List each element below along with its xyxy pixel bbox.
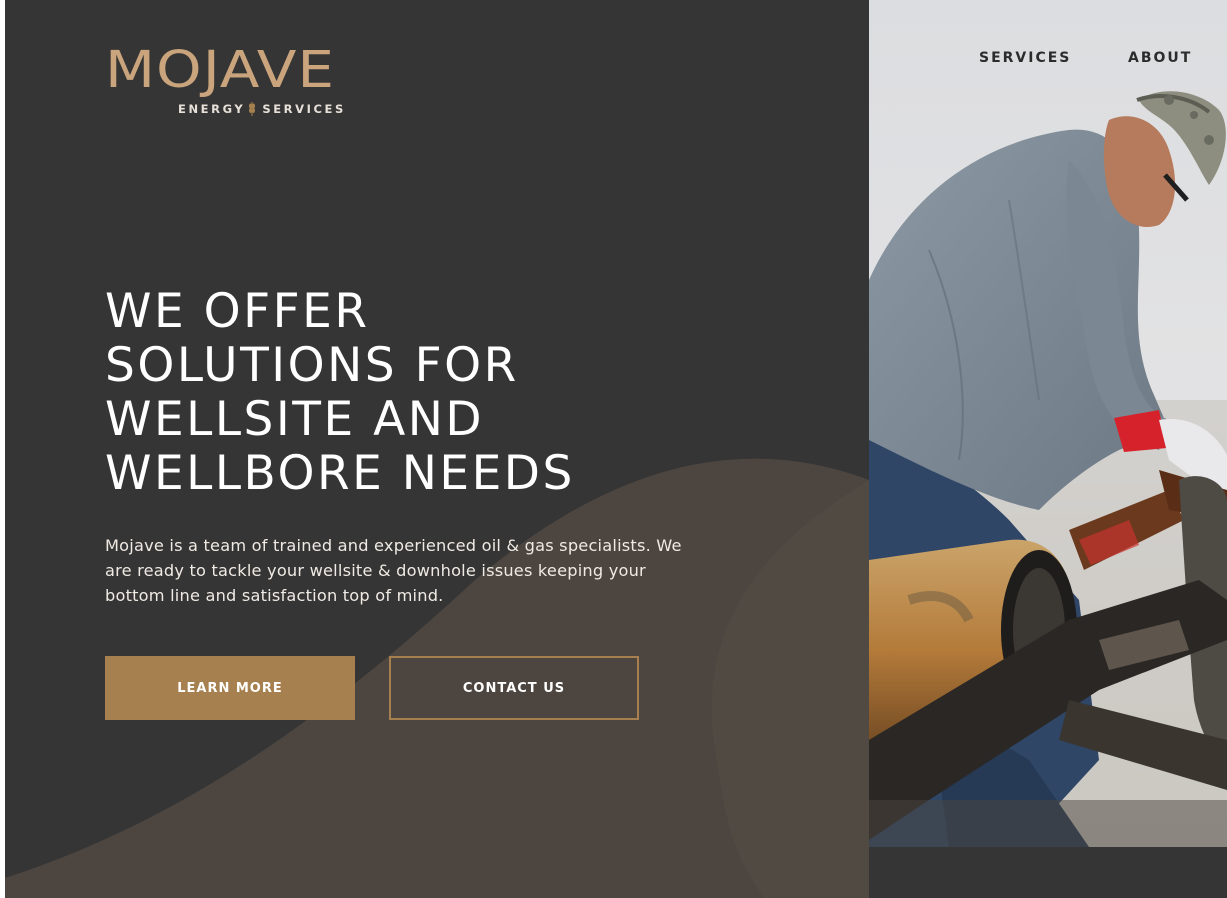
nav-item-about[interactable]: ABOUT	[1128, 50, 1192, 66]
main-nav: SERVICES ABOUT	[0, 50, 1227, 70]
hero-headline: WE OFFER SOLUTIONS FOR WELLSITE AND WELL…	[105, 285, 745, 501]
headline-line: WELLBORE NEEDS	[105, 446, 575, 501]
nav-item-services[interactable]: SERVICES	[979, 50, 1071, 66]
brand-tagline-left: ENERGY	[178, 102, 246, 116]
headline-line: WELLSITE AND	[105, 392, 485, 447]
hero-intro-text: Mojave is a team of trained and experien…	[105, 536, 682, 605]
contact-us-button[interactable]: CONTACT US	[389, 656, 639, 720]
headline-line: WE OFFER	[105, 284, 370, 339]
wheat-stalk-icon	[248, 101, 256, 117]
headline-line: SOLUTIONS FOR	[105, 338, 519, 393]
learn-more-button[interactable]: LEARN MORE	[105, 656, 355, 720]
page: MOJAVE ENERGY SERVICES WE OFFER SOLUTION…	[0, 0, 1227, 898]
brand-tagline: ENERGY SERVICES	[178, 101, 346, 117]
brand-tagline-right: SERVICES	[262, 102, 346, 116]
hero-photo-worker	[869, 0, 1227, 847]
